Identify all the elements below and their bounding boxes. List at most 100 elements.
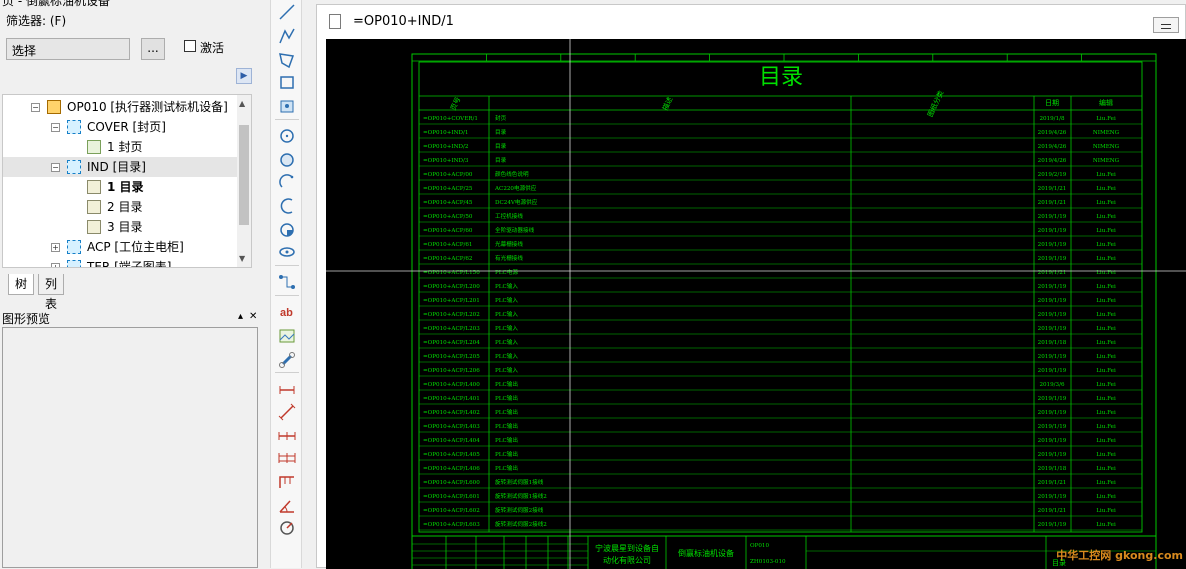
cell-date: 2019/1/19: [1038, 354, 1067, 360]
tree-node-label: IND [目录]: [87, 160, 146, 174]
cell-editor: Liu.Fei: [1096, 466, 1116, 472]
schematic-sheet: 目录页号 描述 图纸分类 日期 编辑=OP010+COVER/1 封页 2019/1/8 Li…: [326, 39, 1186, 569]
rectangle-tool-icon[interactable]: [277, 72, 297, 92]
scroll-down-icon[interactable]: ▼: [239, 254, 245, 263]
filter-label: 筛选器: (F): [6, 14, 67, 28]
cell-page-number: =OP010+ACP/L400: [423, 382, 480, 388]
title-block-code: ZH0103-010: [750, 559, 786, 565]
hyperlink-tool-icon[interactable]: [277, 350, 297, 370]
cell-page-number: =OP010+IND/3: [423, 158, 469, 164]
tree-node[interactable]: 1 目录: [3, 177, 237, 197]
cell-date: 2019/4/26: [1038, 144, 1067, 150]
column-header-date: 日期: [1045, 99, 1059, 107]
scroll-thumb[interactable]: [239, 125, 249, 225]
cell-page-number: =OP010+ACP/L406: [423, 466, 480, 472]
apply-filter-play-icon[interactable]: ▶: [236, 68, 252, 84]
index-table-frame: [418, 61, 1143, 533]
scroll-up-icon[interactable]: ▲: [239, 99, 245, 108]
cell-description: 旋转测试伺服1接线2: [495, 492, 547, 500]
document-titlebar: =OP010+IND/1: [317, 5, 1185, 37]
cell-page-number: =OP010+ACP/L404: [423, 438, 480, 444]
filter-select[interactable]: 选择 ⌵: [6, 38, 130, 60]
cell-date: 2019/1/19: [1038, 256, 1067, 262]
cell-page-number: =OP010+IND/1: [423, 130, 468, 136]
text-tool-icon[interactable]: ab: [277, 302, 297, 322]
dimension-linear-icon[interactable]: [277, 380, 297, 400]
dimension-angle-icon[interactable]: [277, 496, 297, 516]
dimension-aligned-icon[interactable]: [277, 402, 297, 422]
graphic-preview-area: [2, 327, 258, 568]
tree-node-label: 1 目录: [107, 180, 144, 194]
cell-page-number: =OP010+ACP/L200: [423, 284, 480, 290]
document-icon: [329, 14, 341, 29]
arc-icon[interactable]: [277, 172, 297, 192]
tree-node[interactable]: − COVER [封页]: [3, 117, 237, 137]
tree-node-label: TER [端子图表]: [87, 260, 172, 268]
cell-editor: Liu.Fei: [1096, 396, 1116, 402]
polyline-tool-icon[interactable]: [277, 26, 297, 46]
cell-date: 2019/1/19: [1038, 242, 1067, 248]
cell-description: PLC输出: [495, 394, 518, 402]
cell-editor: NIMENG: [1093, 144, 1120, 150]
tree-scrollbar[interactable]: ▲ ▼: [237, 95, 251, 267]
cell-page-number: =OP010+ACP/L402: [423, 410, 480, 416]
tree-node[interactable]: 1 封页: [3, 137, 237, 157]
tree-node[interactable]: + ACP [工位主电柜]: [3, 237, 237, 257]
cell-editor: Liu.Fei: [1096, 326, 1116, 332]
tab-list[interactable]: 列表: [38, 274, 65, 311]
cell-editor: Liu.Fei: [1096, 214, 1116, 220]
expand-icon[interactable]: +: [51, 243, 60, 252]
minimize-window-button[interactable]: [1153, 17, 1179, 33]
dimension-base-icon[interactable]: [277, 448, 297, 468]
cell-description: PLC电源: [495, 268, 518, 276]
collapse-icon[interactable]: −: [51, 123, 60, 132]
dimension-increment-icon[interactable]: [277, 472, 297, 492]
tab-tree[interactable]: 树: [8, 274, 35, 295]
filter-more-button[interactable]: ...: [141, 38, 165, 60]
cell-editor: Liu.Fei: [1096, 186, 1116, 192]
toolbar-separator: [275, 295, 299, 296]
tree-node[interactable]: 3 目录: [3, 217, 237, 237]
cell-page-number: =OP010+ACP/L204: [423, 340, 480, 346]
cell-page-number: =OP010+ACP/L202: [423, 312, 480, 318]
dimension-radius-icon[interactable]: [277, 518, 297, 538]
cell-description: 旋转测试伺服2接线2: [495, 520, 547, 528]
ellipse-icon[interactable]: [277, 242, 297, 262]
tree-node[interactable]: + TER [端子图表]: [3, 257, 237, 268]
page-tree[interactable]: ▲ ▼ − OP010 [执行器测试标机设备] − COVER [封页] 1 封页 − IN…: [2, 94, 252, 268]
cell-page-number: =OP010+COVER/1: [423, 116, 478, 122]
polygon-tool-icon[interactable]: [277, 50, 297, 70]
structure-icon: [67, 240, 81, 254]
arc-3pt-icon[interactable]: [277, 196, 297, 216]
dimension-chain-icon[interactable]: [277, 426, 297, 446]
close-icon[interactable]: ✕: [249, 311, 257, 322]
cell-description: PLC输入: [495, 338, 518, 346]
drawing-canvas[interactable]: 目录 页号 描述 图纸分类 日期 编辑 =OP010+COVER/1 封页 2019/1/8 Li…: [326, 39, 1186, 569]
cell-date: 2019/1/8: [1039, 116, 1065, 122]
tree-node[interactable]: − OP010 [执行器测试标机设备]: [3, 97, 237, 117]
cell-editor: NIMENG: [1093, 130, 1120, 136]
line-tool-icon[interactable]: [277, 2, 297, 22]
pie-icon[interactable]: [277, 220, 297, 240]
tree-node[interactable]: − IND [目录]: [3, 157, 237, 177]
cell-page-number: =OP010+ACP/L403: [423, 424, 480, 430]
image-tool-icon[interactable]: [277, 326, 297, 346]
pin-icon[interactable]: ▴: [238, 311, 243, 322]
tree-node[interactable]: 2 目录: [3, 197, 237, 217]
cell-editor: Liu.Fei: [1096, 116, 1116, 122]
collapse-icon[interactable]: −: [51, 163, 60, 172]
structure-icon: [67, 160, 81, 174]
chevron-down-icon: ⌵: [12, 42, 20, 53]
insert-symbol-icon[interactable]: [277, 96, 297, 116]
cell-date: 2019/1/21: [1038, 508, 1067, 514]
collapse-icon[interactable]: −: [31, 103, 40, 112]
connection-icon[interactable]: [277, 272, 297, 292]
cell-page-number: =OP010+ACP/L206: [423, 368, 480, 374]
circle-icon[interactable]: [277, 150, 297, 170]
circle-center-icon[interactable]: [277, 126, 297, 146]
cell-date: 2019/1/19: [1038, 312, 1067, 318]
activate-checkbox[interactable]: [184, 40, 196, 52]
cell-editor: Liu.Fei: [1096, 256, 1116, 262]
expand-icon[interactable]: +: [51, 263, 60, 267]
cell-date: 2019/1/18: [1038, 340, 1067, 346]
